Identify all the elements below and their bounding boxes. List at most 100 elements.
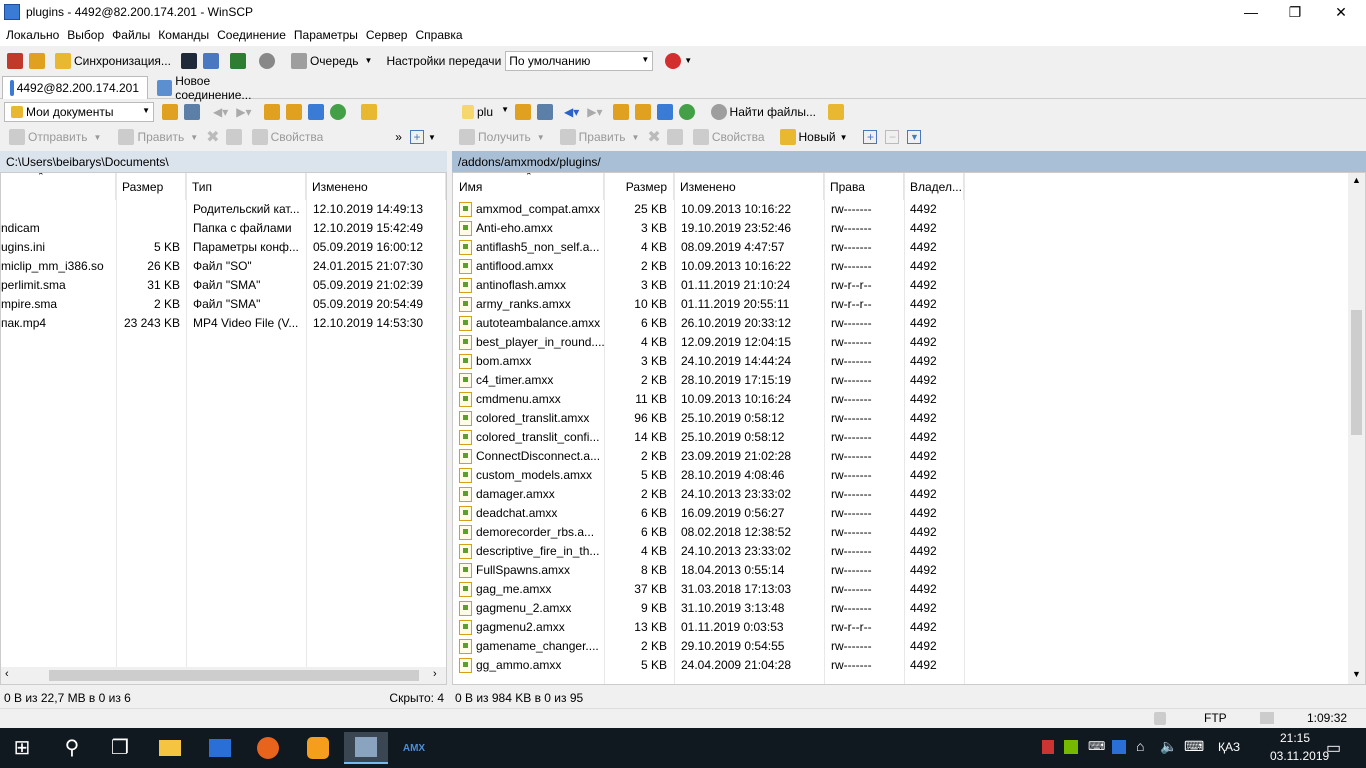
right-file-panel[interactable]: Имя ⌃ Размер Изменено Права Владел... am…: [452, 172, 1366, 685]
scroll-thumb[interactable]: [49, 670, 419, 681]
find-files-button[interactable]: Найти файлы...: [704, 101, 820, 123]
taskbar-uc-browser[interactable]: [296, 732, 340, 764]
home-icon[interactable]: [307, 104, 324, 120]
table-row[interactable]: perlimit.sma 31 KB Файл "SMA" 05.09.2019 21…: [1, 276, 446, 295]
more-icon[interactable]: »: [395, 130, 402, 144]
column-type[interactable]: Тип: [186, 173, 306, 200]
table-row[interactable]: gagmenu2.amxx 13 KB 01.11.2019 0:03:53 rw-r…: [453, 618, 1365, 637]
new-button[interactable]: Новый ▼: [773, 126, 852, 148]
filter-icon[interactable]: [537, 104, 553, 120]
rename-icon[interactable]: [225, 129, 242, 145]
vertical-scrollbar[interactable]: ▲ ▼: [1348, 173, 1365, 684]
home-icon[interactable]: [656, 104, 673, 120]
compare-dirs-icon[interactable]: [29, 52, 45, 69]
putty-icon[interactable]: [202, 52, 219, 69]
table-row[interactable]: custom_models.amxx 5 KB 28.10.2019 4:08:46…: [453, 466, 1365, 485]
keyboard-icon[interactable]: ⌨: [1088, 739, 1105, 753]
tree-icon[interactable]: [828, 104, 844, 120]
refresh-icon[interactable]: [678, 104, 695, 120]
right-location-combo[interactable]: plu ▼: [456, 102, 512, 122]
filter-icon[interactable]: [184, 104, 200, 120]
refresh-sync-icon[interactable]: [229, 52, 246, 69]
taskbar-app-window[interactable]: [198, 732, 242, 764]
column-modified[interactable]: Изменено: [674, 173, 824, 200]
clock-time[interactable]: 21:15: [1280, 731, 1310, 745]
table-row[interactable]: colored_translit_confi... 14 KB 25.10.2019…: [453, 428, 1365, 447]
tray-app-icon[interactable]: [1042, 740, 1054, 754]
delete-icon[interactable]: ✖: [647, 127, 660, 147]
column-name[interactable]: ⌃: [1, 173, 116, 200]
start-button[interactable]: ⊞: [0, 732, 44, 764]
table-row[interactable]: army_ranks.amxx 10 KB 01.11.2019 20:55:11 r…: [453, 295, 1365, 314]
menu-connection[interactable]: Соединение: [217, 28, 286, 42]
scroll-right-icon[interactable]: ›: [433, 668, 437, 680]
transfer-settings-combo[interactable]: По умолчанию ▼: [505, 50, 654, 71]
sync-button[interactable]: Синхронизация...: [48, 50, 175, 72]
gear-icon[interactable]: [258, 52, 275, 69]
menu-help[interactable]: Справка: [415, 28, 462, 42]
column-owner[interactable]: Владел...: [904, 173, 964, 200]
taskbar-explorer[interactable]: [148, 732, 192, 764]
table-row[interactable]: antinoflash.amxx 3 KB 01.11.2019 21:10:24 r…: [453, 276, 1365, 295]
table-row[interactable]: gamename_changer.... 2 KB 29.10.2019 0:54:…: [453, 637, 1365, 656]
parent-dir-icon[interactable]: [612, 104, 629, 120]
parent-dir-icon[interactable]: [263, 104, 280, 120]
maximize-button[interactable]: ❐: [1272, 0, 1318, 24]
table-row[interactable]: gg_ammo.amxx 5 KB 24.04.2009 21:04:28 rw---…: [453, 656, 1365, 675]
table-row[interactable]: ConnectDisconnect.a... 2 KB 23.09.2019 21:…: [453, 447, 1365, 466]
rename-icon[interactable]: [666, 129, 683, 145]
table-row[interactable]: best_player_in_round.... 4 KB 12.09.2019 1…: [453, 333, 1365, 352]
table-row[interactable]: c4_timer.amxx 2 KB 28.10.2019 17:15:19 rw--…: [453, 371, 1365, 390]
forward-icon[interactable]: ▶▾: [236, 105, 251, 119]
column-size[interactable]: Размер: [604, 173, 674, 200]
menu-local[interactable]: Локально: [6, 28, 59, 42]
table-row[interactable]: gag_me.amxx 37 KB 31.03.2018 17:13:03 rw---…: [453, 580, 1365, 599]
taskbar-amx-plugins[interactable]: AMX: [392, 732, 436, 764]
left-file-panel[interactable]: ⌃ Размер Тип Изменено Родительский кат..…: [0, 172, 447, 685]
root-dir-icon[interactable]: [634, 104, 651, 120]
minus-icon[interactable]: −: [885, 130, 900, 144]
search-button[interactable]: ⚲: [50, 732, 94, 764]
table-row[interactable]: demorecorder_rbs.a... 6 KB 08.02.2018 12:3…: [453, 523, 1365, 542]
column-rights[interactable]: Права: [824, 173, 904, 200]
plus-icon[interactable]: +: [863, 130, 878, 144]
table-row[interactable]: ndicam Папка с файлами 12.10.2019 15:42:49: [1, 219, 446, 238]
close-button[interactable]: ✕: [1318, 0, 1364, 24]
table-row[interactable]: ugins.ini 5 KB Параметры конф... 05.09.2019…: [1, 238, 446, 257]
table-row[interactable]: Родительский кат... 12.10.2019 14:49:13: [1, 200, 446, 219]
table-row[interactable]: antiflash5_non_self.a... 4 KB 08.09.2019 4…: [453, 238, 1365, 257]
tree-icon[interactable]: [360, 104, 377, 120]
tab-session[interactable]: 4492@82.200.174.201: [2, 76, 148, 99]
refresh-icon[interactable]: [329, 104, 346, 120]
open-folder-icon[interactable]: [162, 104, 178, 120]
edit-button[interactable]: Править ▼: [553, 126, 644, 148]
upload-button[interactable]: Отправить ▼: [2, 126, 105, 148]
table-row[interactable]: gagmenu_2.amxx 9 KB 31.10.2019 3:13:48 rw--…: [453, 599, 1365, 618]
network-icon[interactable]: ⌂: [1136, 738, 1144, 754]
scroll-thumb[interactable]: [1351, 310, 1362, 435]
table-row[interactable]: damager.amxx 2 KB 24.10.2013 23:33:02 rw---…: [453, 485, 1365, 504]
open-folder-icon[interactable]: [515, 104, 531, 120]
table-row[interactable]: bom.amxx 3 KB 24.10.2019 14:44:24 rw-------…: [453, 352, 1365, 371]
task-view-button[interactable]: ❐: [98, 732, 142, 764]
volume-icon[interactable]: 🔈: [1160, 738, 1177, 755]
download-button[interactable]: Получить ▼: [452, 126, 549, 148]
delete-icon[interactable]: ✖: [206, 127, 219, 147]
left-location-combo[interactable]: Мои документы ▼: [4, 102, 154, 122]
horizontal-scrollbar[interactable]: ‹ ›: [1, 667, 446, 684]
table-row[interactable]: antiflood.amxx 2 KB 10.09.2013 10:16:22 rw-…: [453, 257, 1365, 276]
add-bookmark-icon[interactable]: [7, 52, 23, 69]
chevron-down-icon[interactable]: ▼: [428, 133, 436, 142]
table-row[interactable]: miclip_mm_i386.so 26 KB Файл "SO" 24.01.201…: [1, 257, 446, 276]
column-size[interactable]: Размер: [116, 173, 186, 200]
forward-icon[interactable]: ▶▾: [587, 105, 602, 119]
table-row[interactable]: Anti-eho.amxx 3 KB 19.10.2019 23:52:46 rw--…: [453, 219, 1365, 238]
input-icon[interactable]: ⌨: [1184, 738, 1204, 755]
menu-select[interactable]: Выбор: [67, 28, 104, 42]
plus-icon[interactable]: +: [409, 130, 424, 144]
nvidia-icon[interactable]: [1064, 740, 1078, 754]
console-icon[interactable]: [180, 52, 197, 69]
table-row[interactable]: пак.mp4 23 243 KB MP4 Video File (V... 12.1…: [1, 314, 446, 333]
properties-button[interactable]: Свойства: [245, 126, 328, 148]
tray-app2-icon[interactable]: [1112, 740, 1126, 754]
